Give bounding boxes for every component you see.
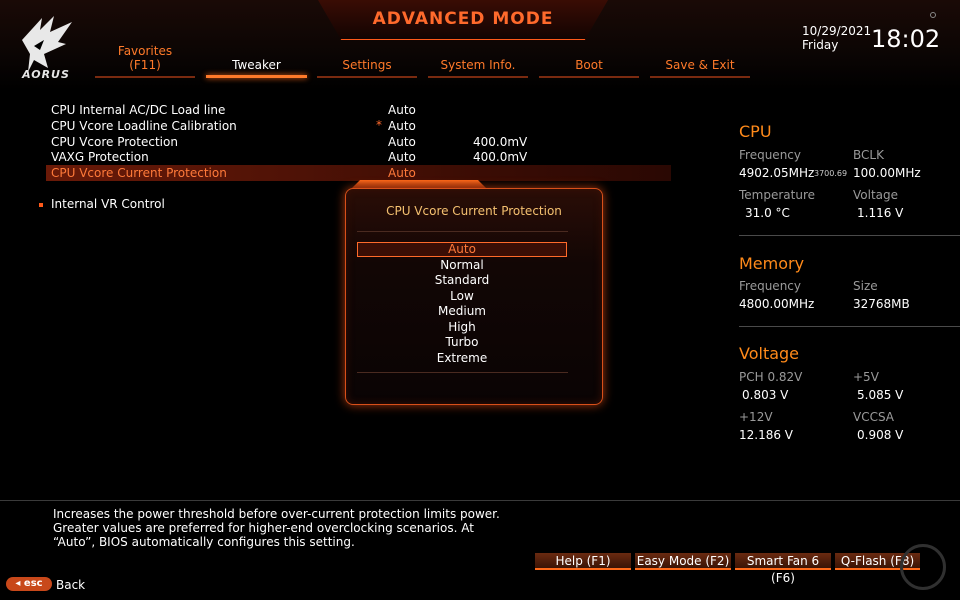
cpu-voltage-value: 1.116 V	[857, 206, 904, 220]
setting-value: Auto	[388, 135, 416, 149]
popup-divider	[357, 372, 568, 373]
day-display: Friday	[802, 38, 839, 52]
option-turbo[interactable]: Turbo	[357, 335, 567, 350]
setting-value: Auto	[388, 150, 416, 164]
aorus-logo-text: AORUS	[22, 68, 70, 81]
description-line: “Auto”, BIOS automatically configures th…	[53, 535, 355, 549]
memory-section-title: Memory	[739, 254, 805, 273]
vccsa-label: VCCSA	[853, 410, 895, 424]
setting-label: CPU Vcore Current Protection	[51, 166, 227, 180]
tab-save-exit[interactable]: Save & Exit	[650, 44, 750, 78]
option-low[interactable]: Low	[357, 289, 567, 304]
esc-arrow-icon: ◂	[15, 578, 24, 589]
option-medium[interactable]: Medium	[357, 304, 567, 319]
tab-settings-label: Settings	[342, 58, 392, 72]
memory-size-value: 32768MB	[853, 297, 910, 311]
tab-tweaker-label: Tweaker	[232, 58, 281, 72]
setting-value: Auto	[388, 166, 416, 180]
tab-favorites[interactable]: Favorites (F11)	[95, 44, 195, 78]
pch-voltage-label: PCH 0.82V	[739, 370, 803, 384]
tab-underline	[95, 76, 195, 78]
back-label: Back	[56, 578, 86, 592]
tab-underline	[428, 76, 528, 78]
option-normal[interactable]: Normal	[357, 258, 567, 273]
option-high[interactable]: High	[357, 320, 567, 335]
memory-frequency-label: Frequency	[739, 279, 801, 293]
watermark-icon	[900, 544, 946, 590]
esc-button[interactable]: ◂ esc	[6, 577, 52, 591]
tab-boot[interactable]: Boot	[539, 44, 639, 78]
esc-label: esc	[23, 578, 43, 589]
cpu-temperature-label: Temperature	[739, 188, 816, 202]
cpu-bclk-value: 100.00MHz	[853, 166, 921, 180]
setting-value: Auto	[388, 119, 416, 133]
smart-fan-button[interactable]: Smart Fan 6 (F6)	[735, 553, 831, 585]
vccsa-value: 0.908 V	[857, 428, 904, 442]
setting-label: VAXG Protection	[51, 150, 149, 164]
popup-divider	[357, 231, 568, 232]
setting-row-selected[interactable]: CPU Vcore Current Protection Auto	[46, 165, 671, 181]
tab-underline-active	[206, 75, 307, 78]
setting-label: CPU Vcore Protection	[51, 135, 178, 149]
tab-system-info-label: System Info.	[440, 58, 516, 72]
tab-settings[interactable]: Settings	[317, 44, 417, 78]
tab-system-info[interactable]: System Info.	[428, 44, 528, 78]
tab-underline	[650, 76, 750, 78]
tab-favorites-key: (F11)	[129, 58, 161, 72]
tab-save-exit-label: Save & Exit	[665, 58, 735, 72]
setting-value-mv: 400.0mV	[473, 150, 528, 164]
option-extreme[interactable]: Extreme	[357, 351, 567, 366]
5v-value: 5.085 V	[857, 388, 904, 402]
date-display: 10/29/2021	[802, 24, 872, 38]
cpu-frequency-label: Frequency	[739, 148, 801, 162]
pch-voltage-value: 0.803 V	[742, 388, 789, 402]
option-auto[interactable]: Auto	[357, 242, 567, 257]
tab-favorites-label: Favorites	[117, 44, 173, 58]
corner-indicator-icon	[930, 12, 936, 18]
easy-mode-button[interactable]: Easy Mode (F2)	[635, 553, 731, 570]
help-button[interactable]: Help (F1)	[535, 553, 631, 570]
voltage-section-title: Voltage	[739, 344, 800, 363]
5v-label: +5V	[853, 370, 879, 384]
setting-value: Auto	[388, 103, 416, 117]
modified-star-icon: *	[376, 118, 382, 132]
popup-title: CPU Vcore Current Protection	[386, 204, 562, 218]
submenu-bullet-icon	[39, 203, 43, 207]
memory-frequency-value: 4800.00MHz	[739, 297, 815, 311]
tab-tweaker[interactable]: Tweaker	[206, 44, 307, 78]
tab-underline	[539, 76, 639, 78]
description-divider	[0, 500, 960, 501]
option-standard[interactable]: Standard	[357, 273, 567, 288]
popup-connector	[352, 180, 486, 188]
cpu-bclk-label: BCLK	[853, 148, 884, 162]
setting-value-mv: 400.0mV	[473, 135, 528, 149]
setting-label: CPU Internal AC/DC Load line	[51, 103, 226, 117]
section-divider	[739, 326, 960, 327]
12v-label: +12V	[739, 410, 773, 424]
cpu-section-title: CPU	[739, 122, 772, 141]
tab-boot-label: Boot	[575, 58, 603, 72]
clock-display: 18:02	[871, 25, 941, 53]
description-line: Increases the power threshold before ove…	[53, 507, 500, 521]
description-line: Greater values are preferred for higher-…	[53, 521, 474, 535]
cpu-frequency-value: 4902.05MHz	[739, 166, 815, 180]
submenu-internal-vr-control[interactable]: Internal VR Control	[51, 196, 165, 212]
tab-underline	[317, 76, 417, 78]
setting-label: CPU Vcore Loadline Calibration	[51, 119, 237, 133]
cpu-frequency-sub: 3700.69	[814, 169, 848, 178]
mode-title: ADVANCED MODE	[372, 9, 554, 29]
12v-value: 12.186 V	[739, 428, 794, 442]
section-divider	[739, 235, 960, 236]
cpu-temperature-value: 31.0 °C	[745, 206, 790, 220]
memory-size-label: Size	[853, 279, 878, 293]
cpu-voltage-label: Voltage	[853, 188, 899, 202]
